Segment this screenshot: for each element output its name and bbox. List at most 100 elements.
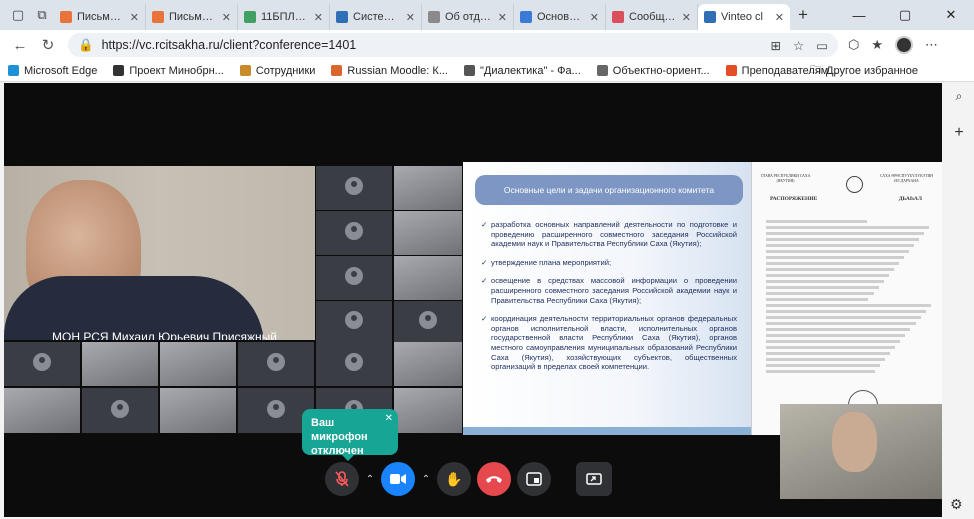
participant-tile[interactable]: [394, 342, 462, 386]
url-text[interactable]: https://vc.rcitsakha.ru/client?conferenc…: [102, 38, 357, 52]
browser-tab[interactable]: Vinteo cl ✕: [698, 4, 790, 30]
folder-icon: 🗀: [810, 64, 821, 76]
user-avatar-icon: [267, 353, 285, 371]
self-view-video[interactable]: [780, 404, 942, 499]
edge-sidebar: ⌕ +: [944, 83, 974, 519]
tab-favicon-icon: [152, 11, 164, 23]
tab-favicon-icon: [60, 11, 72, 23]
participant-tile[interactable]: [4, 388, 80, 433]
doc-text-line: [766, 238, 919, 241]
more-menu-icon[interactable]: ⋯: [925, 37, 938, 53]
doc-text-line: [766, 280, 884, 283]
participant-tile[interactable]: [238, 342, 314, 386]
new-tab-button[interactable]: +: [790, 5, 816, 25]
camera-options-chevron-icon[interactable]: ⌃: [421, 474, 431, 485]
profile-avatar[interactable]: [895, 36, 914, 54]
close-tab-icon[interactable]: ✕: [406, 11, 415, 24]
camera-button[interactable]: [381, 462, 415, 496]
minimize-button[interactable]: —: [836, 8, 882, 23]
slide-bullet: утверждение плана мероприятий;: [481, 258, 737, 268]
raise-hand-button[interactable]: ✋: [437, 462, 471, 496]
user-avatar-icon: [267, 399, 285, 418]
refresh-icon[interactable]: ↻: [34, 36, 62, 54]
doc-text-line: [766, 220, 867, 223]
tab-favicon-icon: [612, 11, 624, 23]
coat-of-arms-icon: [846, 176, 863, 193]
slide-bullet: координация деятельности территориальных…: [481, 314, 737, 372]
extensions-icon[interactable]: ⬡: [848, 37, 859, 53]
close-tab-icon[interactable]: ✕: [590, 11, 599, 24]
browser-tab[interactable]: Письмо «Спи ✕: [146, 4, 238, 30]
close-tab-icon[interactable]: ✕: [130, 11, 139, 24]
back-icon[interactable]: ←: [6, 37, 34, 54]
apps-icon[interactable]: ⊞: [770, 38, 780, 53]
favorite-favicon-icon: [239, 65, 251, 76]
participant-tile[interactable]: [316, 301, 392, 343]
favorite-favicon-icon: [8, 65, 19, 76]
user-avatar-icon: [345, 177, 363, 195]
participant-tile[interactable]: [4, 342, 80, 386]
url-field[interactable]: 🔒 https://vc.rcitsakha.ru/client?confere…: [68, 33, 838, 57]
participant-tile[interactable]: [160, 342, 236, 386]
browser-tab-bar: ▢ ⧉ Письмо «Re: ✕ Письмо «Спи ✕ 11БПЛА Ежед ✕…: [0, 0, 974, 30]
doc-right-header: САХА ӨРӨСПҮҮБҮЛҮКЭТИН ИЛ ДАРХАНА: [879, 174, 933, 183]
participant-tile[interactable]: [394, 256, 462, 300]
browser-tab[interactable]: Система элек ✕: [330, 4, 422, 30]
active-speaker-video[interactable]: МОН РСЯ Михаил Юрьевич Присяжный: [4, 166, 315, 340]
screen-share-button[interactable]: [576, 462, 612, 496]
participant-tile[interactable]: [160, 388, 236, 433]
participant-tile[interactable]: [316, 166, 392, 210]
participant-tile[interactable]: [394, 301, 462, 343]
add-sidebar-app-icon[interactable]: +: [954, 124, 963, 142]
maximize-button[interactable]: ▢: [882, 7, 928, 23]
favorite-link[interactable]: Объектно-ориент...: [596, 65, 710, 77]
window-menu-icon[interactable]: ▢: [6, 4, 30, 26]
favorite-favicon-icon: [331, 65, 343, 76]
favorite-link[interactable]: Проект Минобрн...: [113, 65, 224, 77]
favorite-star-icon[interactable]: ☆: [793, 38, 804, 53]
participant-tile[interactable]: [316, 256, 392, 300]
participant-tile[interactable]: [394, 211, 462, 255]
favorites-icon[interactable]: ★: [871, 37, 883, 53]
user-avatar-icon: [345, 222, 363, 240]
doc-text-line: [766, 268, 894, 271]
favorite-link[interactable]: Russian Moodle: К...: [331, 65, 448, 77]
browser-tab[interactable]: Об отдельных ✕: [422, 4, 514, 30]
participant-tile[interactable]: [394, 388, 462, 433]
tab-title: Сообщения: [629, 11, 677, 23]
layout-button[interactable]: [517, 462, 551, 496]
browser-tab[interactable]: Письмо «Re: ✕: [54, 4, 146, 30]
favorite-link[interactable]: Сотрудники: [239, 65, 315, 77]
other-favorites-folder[interactable]: 🗀 Другое избранное: [810, 61, 918, 80]
participant-tile[interactable]: [394, 166, 462, 210]
browser-tab[interactable]: Сообщения ✕: [606, 4, 698, 30]
mic-muted-button[interactable]: [325, 462, 359, 496]
mic-options-chevron-icon[interactable]: ⌃: [365, 474, 375, 485]
favorite-link[interactable]: Microsoft Edge: [8, 65, 97, 77]
close-tab-icon[interactable]: ✕: [314, 11, 323, 24]
tab-actions-icon[interactable]: ⧉: [30, 4, 54, 26]
browser-tab[interactable]: 11БПЛА Ежед ✕: [238, 4, 330, 30]
participant-tile[interactable]: [316, 342, 392, 386]
speaker-name-label: МОН РСЯ Михаил Юрьевич Присяжный: [52, 330, 278, 340]
close-tab-icon[interactable]: ✕: [498, 11, 507, 24]
doc-text-line: [766, 340, 901, 343]
close-tab-icon[interactable]: ✕: [775, 11, 784, 24]
close-icon[interactable]: ✕: [385, 412, 393, 426]
close-window-button[interactable]: ✕: [928, 7, 974, 23]
search-icon[interactable]: ⌕: [956, 89, 963, 104]
browser-tab[interactable]: Основные сп ✕: [514, 4, 606, 30]
favorite-favicon-icon: [113, 65, 125, 76]
participant-tile[interactable]: [82, 342, 158, 386]
doc-text-body: [766, 220, 934, 376]
close-tab-icon[interactable]: ✕: [682, 11, 691, 24]
close-tab-icon[interactable]: ✕: [222, 11, 231, 24]
camera-icon[interactable]: ▭: [816, 38, 828, 53]
hang-up-button[interactable]: [477, 462, 511, 496]
favorite-link[interactable]: "Диалектика" - Фа...: [464, 65, 581, 77]
settings-gear-icon[interactable]: ⚙: [950, 496, 963, 513]
tab-title: Vinteo cl: [721, 11, 763, 23]
participant-tile[interactable]: [316, 211, 392, 255]
favorite-favicon-icon: [596, 65, 608, 76]
participant-tile[interactable]: [82, 388, 158, 433]
